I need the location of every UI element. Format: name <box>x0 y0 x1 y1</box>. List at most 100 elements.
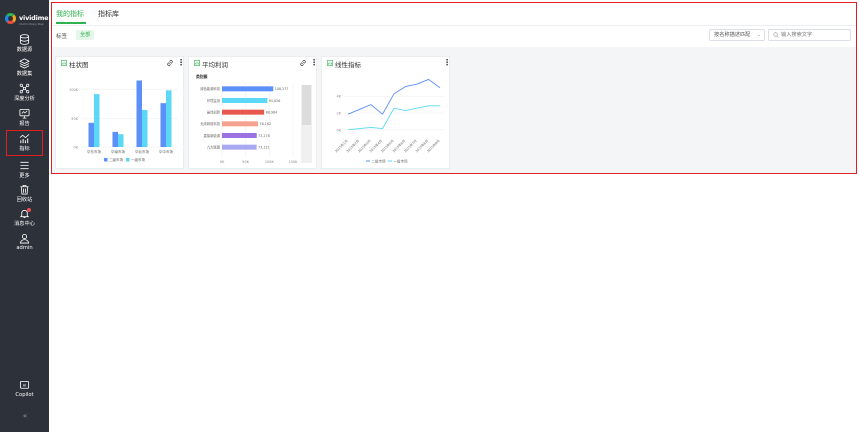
data-label: 76,162 <box>260 122 272 126</box>
card-title: 线性指标 <box>335 61 361 69</box>
sidebar-item-label: 消息中心 <box>14 221 35 227</box>
bar[interactable] <box>222 121 259 127</box>
dataset-layers-icon <box>19 58 30 69</box>
network-analysis-icon <box>19 83 30 94</box>
sidebar-item-deep-analysis[interactable]: 深度分析 <box>0 83 49 107</box>
sidebar-item-label: admin <box>16 245 33 251</box>
bar[interactable] <box>160 103 167 147</box>
x-tick-label: 华南市场 <box>111 149 125 154</box>
bar[interactable] <box>222 144 257 150</box>
collapse-sidebar-icon[interactable]: « <box>20 412 30 422</box>
main-panel: 我的指标 指标库 标签 全部 按名称描述匹配 ⌄ 柱状图 ⋮ 0K 50K 100K… <box>51 2 857 174</box>
user-icon <box>19 233 30 244</box>
data-label: 73,121 <box>258 145 270 149</box>
logo-ring-icon <box>5 13 16 24</box>
legend-label: 二级市场 <box>372 158 386 163</box>
legend-label: 二级市场 <box>109 157 123 162</box>
notification-badge <box>27 208 31 212</box>
y-tick-label: 2K <box>336 112 341 116</box>
sidebar-item-label: 回收站 <box>16 197 33 203</box>
sidebar-item-datasource[interactable]: 数据源 <box>0 34 49 58</box>
legend-title: 类别簇 <box>195 74 208 79</box>
bar[interactable] <box>118 134 124 147</box>
match-mode-value: 按名称描述匹配 <box>714 32 751 38</box>
tab-my-metrics[interactable]: 我的指标 <box>56 9 84 19</box>
metric-card-grid: 柱状图 ⋮ 0K 50K 100K 华东市场 华南市场 华北市场 华中市场 二级市场 一级市场 … <box>52 47 856 173</box>
sidebar-item-label: 指标 <box>19 146 30 152</box>
y-tick-label: 0K <box>336 128 341 132</box>
y-tick-label: 环境监测 <box>207 98 221 103</box>
y-tick-label: 100K <box>69 88 79 92</box>
logo-slogan: Vivid In Every Step <box>19 23 44 26</box>
legend-swatch <box>126 158 130 162</box>
search-input[interactable] <box>781 31 849 39</box>
bar[interactable] <box>222 133 257 138</box>
sidebar-item-dataset[interactable]: 数据集 <box>0 58 49 82</box>
y-tick-label: 4K <box>336 95 341 99</box>
sidebar-item-message-center[interactable]: 消息中心 <box>0 208 49 232</box>
y-tick-label: 直接新能源 <box>204 133 221 138</box>
tag-all-chip[interactable]: 全部 <box>76 30 95 40</box>
active-tab-indicator <box>56 22 86 24</box>
sidebar-item-label: 数据源 <box>16 47 33 53</box>
menu-icon <box>20 161 29 170</box>
metric-card-line[interactable]: 线性指标 ⋮ 0K 2K 4K 2015年1月 2015年2月 2015年3月 2015年4… <box>321 56 451 169</box>
data-label: 88,984 <box>266 110 278 114</box>
card-title: 平均利润 <box>202 61 228 69</box>
link-icon[interactable] <box>166 59 174 67</box>
metric-card-bar[interactable]: 柱状图 ⋮ 0K 50K 100K 华东市场 华南市场 华北市场 华中市场 二级市场 一级市场 <box>55 56 185 169</box>
bar[interactable] <box>112 131 119 147</box>
y-tick-label: 50K <box>71 117 78 121</box>
sidebar: vividime Vivid In Every Step 数据源 数据集 深度分… <box>0 0 49 432</box>
trash-icon <box>20 184 29 195</box>
data-label: 95,826 <box>269 99 281 103</box>
chart-scrollbar-thumb[interactable] <box>302 85 311 125</box>
x-tick-label: 0K <box>220 160 225 164</box>
series-line[interactable] <box>347 105 440 131</box>
sidebar-item-recycle-bin[interactable]: 回收站 <box>0 184 49 208</box>
x-tick-label: 50K <box>242 160 249 164</box>
bar-chart: 0K 50K 100K 华东市场 华南市场 华北市场 华中市场二级市场 一级市场 <box>69 80 178 162</box>
sidebar-item-label: 数据集 <box>16 71 33 77</box>
x-tick-label: 100K <box>265 160 275 164</box>
sidebar-item-more[interactable]: 更多 <box>0 160 49 184</box>
legend-label: 一级市场 <box>131 157 145 162</box>
bar[interactable] <box>142 109 148 147</box>
bar[interactable] <box>222 98 268 103</box>
more-options-icon[interactable]: ⋮ <box>177 58 185 67</box>
report-monitor-icon <box>19 108 30 119</box>
y-tick-label: 最佳创新 <box>207 109 221 114</box>
data-label: 73,278 <box>258 134 270 138</box>
y-tick-label: 绿色能源科技 <box>200 86 220 91</box>
bar[interactable] <box>222 109 265 115</box>
copilot-label: Copilot <box>15 392 34 398</box>
search-icon <box>773 32 779 38</box>
link-icon[interactable] <box>299 59 307 67</box>
y-tick-label: 九大联盟 <box>207 144 221 149</box>
y-tick-label: 无线网络科技 <box>200 121 220 126</box>
sidebar-item-label: 深度分析 <box>14 96 35 102</box>
bar[interactable] <box>88 122 95 147</box>
match-mode-select[interactable]: 按名称描述匹配 ⌄ <box>709 29 765 41</box>
sidebar-item-report[interactable]: 报告 <box>0 108 49 132</box>
y-tick-label: 0K <box>73 146 78 150</box>
logo[interactable]: vividime Vivid In Every Step <box>5 10 49 32</box>
metric-card-avg-profit[interactable]: 平均利润 ⋮ 类别簇 0K 50K 100K 150K 绿色能源科技 108,277 环境监测… <box>188 56 318 169</box>
x-tick-label: 150K <box>289 160 299 164</box>
copilot-button[interactable]: AI Copilot <box>0 380 49 404</box>
legend-swatch <box>104 158 108 162</box>
search-box[interactable] <box>768 29 851 41</box>
bar[interactable] <box>136 80 143 147</box>
sidebar-item-admin[interactable]: admin <box>0 233 49 257</box>
more-options-icon[interactable]: ⋮ <box>443 58 451 67</box>
chart-card-icon <box>327 60 333 66</box>
tab-metrics-library[interactable]: 指标库 <box>98 9 119 19</box>
bar[interactable] <box>94 94 100 147</box>
card-title: 柱状图 <box>69 61 89 69</box>
bar[interactable] <box>166 90 172 147</box>
chart-card-icon <box>194 60 200 66</box>
bar[interactable] <box>222 86 274 92</box>
sidebar-item-metrics[interactable]: 指标 <box>6 130 43 156</box>
metrics-chart-icon <box>19 134 30 144</box>
more-options-icon[interactable]: ⋮ <box>310 58 318 67</box>
